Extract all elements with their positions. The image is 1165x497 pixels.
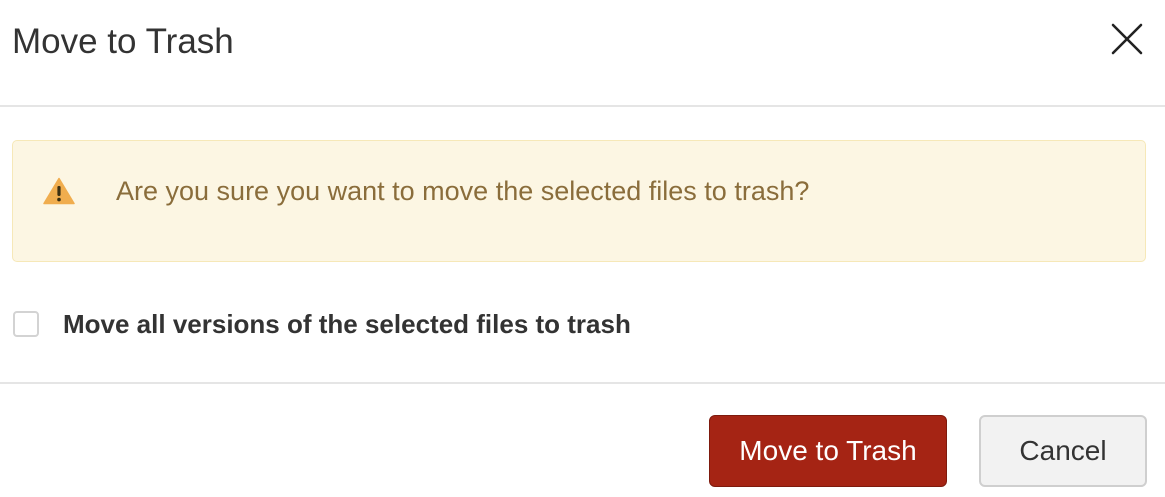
dialog-header: Move to Trash — [0, 0, 1165, 107]
move-to-trash-dialog: Move to Trash Are you sure you want to m… — [0, 0, 1165, 497]
move-to-trash-button[interactable]: Move to Trash — [709, 415, 947, 487]
warning-triangle-icon — [43, 177, 75, 205]
footer-divider — [0, 382, 1165, 384]
close-icon — [1111, 23, 1143, 55]
all-versions-label: Move all versions of the selected files … — [63, 309, 631, 339]
all-versions-checkbox[interactable] — [13, 311, 39, 337]
warning-message: Are you sure you want to move the select… — [116, 176, 810, 206]
close-button[interactable] — [1104, 16, 1150, 62]
warning-alert: Are you sure you want to move the select… — [12, 140, 1146, 262]
all-versions-option[interactable]: Move all versions of the selected files … — [13, 305, 631, 343]
cancel-button[interactable]: Cancel — [979, 415, 1147, 487]
dialog-title: Move to Trash — [12, 22, 234, 61]
